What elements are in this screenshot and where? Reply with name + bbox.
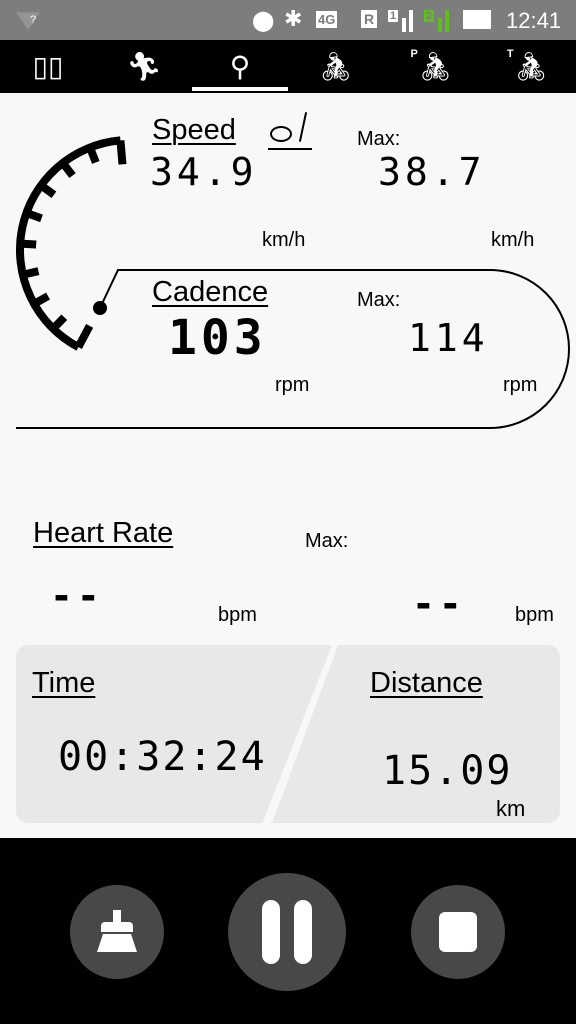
- gauge-tick: [21, 267, 40, 279]
- gauge-tick: [86, 146, 100, 164]
- speed-label: Speed: [152, 114, 236, 146]
- speed-unit: km/h: [262, 229, 306, 251]
- distance-label: Distance: [370, 667, 483, 699]
- heart-rate-unit: bpm: [218, 604, 257, 626]
- speed-max-label: Max:: [357, 128, 401, 150]
- distance-unit: km: [496, 796, 526, 821]
- gauge-tick: [59, 160, 76, 179]
- control-bar: [0, 838, 576, 1024]
- reset-button[interactable]: [70, 885, 164, 979]
- distance-value: 15.09: [382, 748, 513, 794]
- heart-rate-max-value: --: [412, 582, 466, 626]
- heart-rate-max-unit: bpm: [515, 604, 554, 626]
- cadence-value: 103: [168, 310, 267, 366]
- gauge-tick: [50, 314, 68, 332]
- time-value: 00:32:24: [58, 734, 267, 780]
- speed-value: 34.9: [150, 150, 258, 194]
- time-label: Time: [32, 667, 96, 699]
- exercise-bike-icon: [268, 112, 312, 150]
- gauge-tick: [38, 182, 57, 198]
- gauge-tick: [25, 209, 43, 223]
- gauge-tick: [19, 239, 37, 249]
- speed-max-value: 38.7: [378, 150, 486, 194]
- cadence-max-value: 114: [408, 316, 489, 360]
- cadence-max-label: Max:: [357, 289, 401, 311]
- speed-max-unit: km/h: [491, 229, 535, 251]
- stop-icon: [439, 912, 477, 952]
- heart-rate-value: --: [50, 574, 104, 618]
- stop-button[interactable]: [411, 885, 505, 979]
- gauge-tick: [32, 292, 51, 308]
- needle-pivot: [93, 301, 107, 315]
- pause-icon: [262, 900, 312, 964]
- cadence-unit: rpm: [275, 374, 310, 396]
- gauge-tick: [116, 140, 127, 165]
- broom-icon: [95, 910, 139, 954]
- gauge-tick: [74, 324, 94, 350]
- heart-rate-label: Heart Rate: [33, 517, 174, 549]
- cadence-max-unit: rpm: [503, 374, 538, 396]
- cadence-label: Cadence: [152, 276, 269, 308]
- gauge-arc: [16, 136, 127, 351]
- heart-rate-max-label: Max:: [305, 530, 349, 552]
- pause-button[interactable]: [228, 873, 346, 991]
